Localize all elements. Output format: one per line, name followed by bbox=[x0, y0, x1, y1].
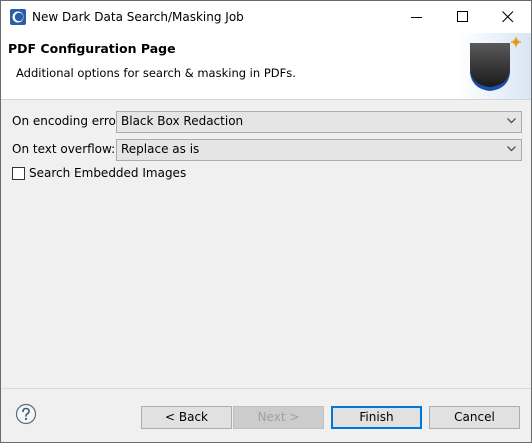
text-overflow-value: Replace as is bbox=[121, 142, 200, 156]
encoding-error-label: On encoding error: bbox=[12, 114, 125, 128]
help-icon[interactable] bbox=[15, 403, 37, 425]
minimize-button[interactable] bbox=[394, 1, 440, 33]
chevron-down-icon bbox=[507, 146, 516, 152]
wizard-banner: PDF Configuration Page Additional option… bbox=[1, 33, 531, 100]
search-embedded-images-checkbox[interactable] bbox=[12, 167, 25, 180]
close-button[interactable] bbox=[485, 1, 531, 33]
cancel-button[interactable]: Cancel bbox=[429, 406, 520, 429]
wizard-footer: < Back Next > Finish Cancel bbox=[1, 389, 531, 442]
text-overflow-label: On text overflow: bbox=[12, 142, 116, 156]
minimize-icon bbox=[411, 17, 422, 18]
encoding-error-select[interactable]: Black Box Redaction bbox=[116, 111, 522, 133]
next-button[interactable]: Next > bbox=[233, 406, 324, 429]
chevron-down-icon bbox=[507, 118, 516, 124]
wizard-window: New Dark Data Search/Masking Job PDF Con… bbox=[0, 0, 532, 443]
text-overflow-select[interactable]: Replace as is bbox=[116, 139, 522, 161]
search-embedded-images-label: Search Embedded Images bbox=[29, 166, 187, 180]
close-icon bbox=[502, 11, 514, 23]
form-area: On encoding error: Black Box Redaction O… bbox=[1, 100, 531, 389]
page-description: Additional options for search & masking … bbox=[16, 66, 296, 80]
maximize-button[interactable] bbox=[440, 1, 486, 33]
encoding-error-value: Black Box Redaction bbox=[121, 114, 244, 128]
window-title: New Dark Data Search/Masking Job bbox=[32, 10, 244, 24]
wizard-banner-graphic bbox=[458, 33, 531, 99]
maximize-icon bbox=[457, 11, 468, 22]
title-bar: New Dark Data Search/Masking Job bbox=[1, 1, 531, 33]
back-button[interactable]: < Back bbox=[141, 406, 232, 429]
finish-button[interactable]: Finish bbox=[331, 406, 422, 429]
eclipse-logo-icon bbox=[10, 9, 26, 25]
page-title: PDF Configuration Page bbox=[8, 41, 176, 56]
